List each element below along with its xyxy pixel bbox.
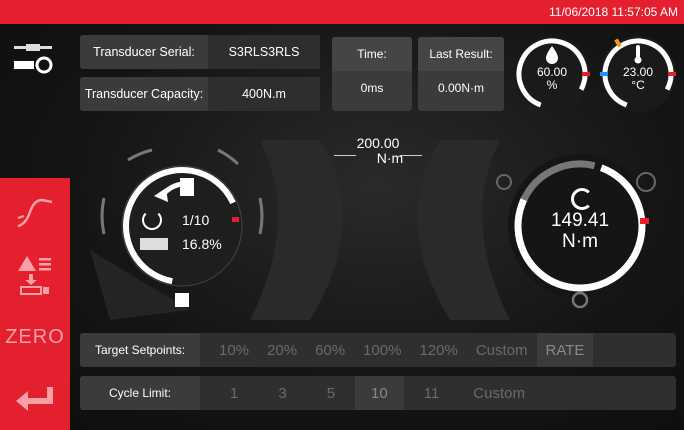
- tool-icon: [180, 178, 194, 196]
- motor-percent: 16.8%: [182, 236, 222, 252]
- last-result-label: Last Result:: [418, 37, 504, 71]
- curve-icon: [17, 198, 53, 228]
- transducer-serial-field: Transducer Serial: S3RLS3RLS: [80, 35, 320, 69]
- setpoint-option-rate[interactable]: RATE: [536, 333, 594, 367]
- transducer-icon[interactable]: [12, 42, 60, 76]
- torque-unit: N·m: [562, 231, 598, 252]
- cycle-limit-option[interactable]: 1: [210, 376, 258, 410]
- rotation-direction-icon: [571, 188, 593, 210]
- setpoints-label: Target Setpoints:: [80, 333, 200, 367]
- cycle-limit-option[interactable]: 3: [258, 376, 306, 410]
- back-button[interactable]: [0, 374, 70, 426]
- stop-button[interactable]: [175, 293, 189, 307]
- warning-list-icon: [18, 256, 51, 295]
- torque-dial: 149.41 N·m: [488, 140, 668, 320]
- cycle-limit-option[interactable]: 5: [307, 376, 355, 410]
- cycle-limit-option-selected[interactable]: 10: [355, 376, 404, 410]
- capacity-value: 400N.m: [208, 77, 320, 111]
- humidity-unit: %: [546, 78, 558, 92]
- target-setpoints-row: Target Setpoints: 10% 20% 60% 100% 120% …: [80, 333, 676, 367]
- transducer-capacity-field: Transducer Capacity: 400N.m: [80, 77, 320, 111]
- cycle-count: 1/10: [182, 212, 210, 228]
- datetime: 11/06/2018 11:57:05 AM: [549, 5, 678, 19]
- cycle-limit-label: Cycle Limit:: [80, 376, 200, 410]
- serial-label: Transducer Serial:: [93, 45, 195, 59]
- serial-value: S3RLS3RLS: [208, 35, 320, 69]
- target-display: 200.00 N·m: [332, 136, 424, 166]
- temperature-gauge: 23.00 °C: [596, 32, 680, 116]
- target-unit: N·m: [376, 150, 404, 166]
- cycle-limit-option[interactable]: 11: [404, 376, 460, 410]
- setpoint-option[interactable]: 20%: [258, 333, 306, 367]
- setpoint-option[interactable]: 100%: [354, 333, 410, 367]
- alarm-settings-button[interactable]: [0, 246, 70, 304]
- setpoint-option[interactable]: 120%: [410, 333, 466, 367]
- temperature-unit: °C: [631, 78, 645, 92]
- setpoint-option[interactable]: 60%: [306, 333, 354, 367]
- status-bar: 11/06/2018 11:57:05 AM: [0, 0, 684, 24]
- return-arrow-icon: [16, 387, 53, 411]
- time-value: 0ms: [360, 81, 384, 95]
- torque-value: 149.41: [550, 210, 610, 231]
- time-label: Time:: [332, 37, 412, 71]
- target-line-right: [400, 155, 422, 156]
- target-line-left: [334, 155, 356, 156]
- clockwise-gauge-icon: [636, 172, 656, 192]
- target-value: 200.00: [356, 135, 400, 151]
- last-result-value: 0.00N·m: [437, 81, 484, 95]
- cycle-dial[interactable]: 1/10 16.8%: [92, 138, 272, 318]
- repeat-icon: [142, 210, 162, 230]
- capacity-label: Transducer Capacity:: [84, 87, 204, 101]
- counterclockwise-icon: [496, 174, 512, 190]
- cycle-limit-option[interactable]: Custom: [459, 376, 539, 410]
- humidity-gauge: 60.00 %: [510, 32, 594, 116]
- left-nav: ZERO: [0, 178, 70, 430]
- last-result-box: Last Result: 0.00N·m: [418, 37, 504, 111]
- setpoint-option[interactable]: Custom: [467, 333, 537, 367]
- curve-button[interactable]: [0, 184, 70, 240]
- motor-icon: [140, 238, 168, 250]
- zero-button[interactable]: ZERO: [0, 314, 70, 360]
- zero-label: ZERO: [5, 325, 65, 348]
- time-box: Time: 0ms: [332, 37, 412, 111]
- setpoint-option[interactable]: 10%: [210, 333, 258, 367]
- cycle-limit-row: Cycle Limit: 1 3 5 10 11 Custom: [80, 376, 676, 410]
